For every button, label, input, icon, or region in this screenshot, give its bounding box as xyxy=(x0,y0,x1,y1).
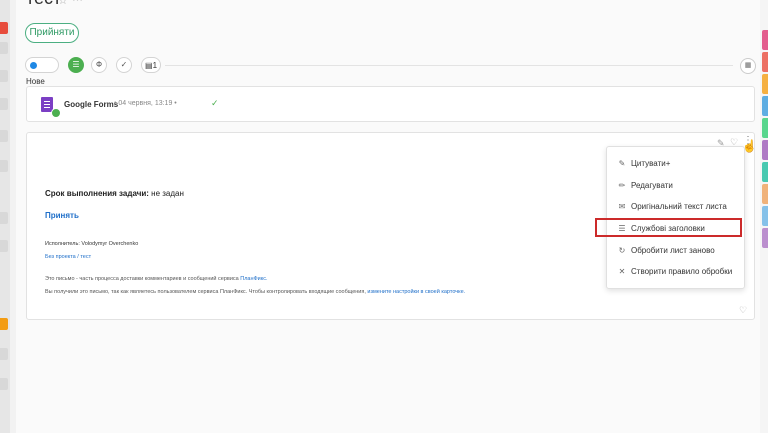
menu-item-original-text[interactable]: ✉ Оригінальний текст листа xyxy=(607,197,744,217)
left-strip-marker xyxy=(0,130,8,142)
status-pill[interactable]: Нове xyxy=(25,57,59,86)
term-label: Срок выполнения задачи: xyxy=(45,189,149,198)
menu-item-label: Редагувати xyxy=(631,181,673,190)
quote-icon: ✎ xyxy=(618,159,626,168)
footer2-text: Вы получили это письмо, так как являетес… xyxy=(45,289,368,295)
footer-line-1: Это письмо - часть процесса доставки ком… xyxy=(45,276,268,282)
right-strip-tab[interactable] xyxy=(762,96,768,116)
comment-icon: ▤ xyxy=(145,61,153,70)
left-strip-marker xyxy=(0,212,8,224)
menu-item-label: Оригінальний текст листа xyxy=(631,202,727,211)
right-strip-tab[interactable] xyxy=(762,140,768,160)
right-strip-tab[interactable] xyxy=(762,206,768,226)
task-title: тест xyxy=(26,0,61,9)
comments-count: 1 xyxy=(152,61,158,70)
mail-icon: ✉ xyxy=(618,202,626,211)
menu-item-label: Створити правило обробки xyxy=(631,267,733,276)
footer1-text: Это письмо - часть процесса доставки ком… xyxy=(45,276,241,282)
left-strip-marker xyxy=(0,348,8,360)
menu-item-quote[interactable]: ✎ Цитувати+ xyxy=(607,154,744,174)
left-strip-marker xyxy=(0,70,8,82)
pencil-icon: ✏ xyxy=(618,181,626,190)
star-icon[interactable]: ☆ xyxy=(58,0,68,7)
right-strip-tab[interactable] xyxy=(762,30,768,50)
email-source-badge-icon xyxy=(51,108,61,118)
email-sender[interactable]: Google Forms xyxy=(64,100,118,109)
delivered-check-icon: ✓ xyxy=(211,98,219,108)
more-icon[interactable]: ⋯ xyxy=(72,0,83,6)
right-strip-tab[interactable] xyxy=(762,162,768,182)
term-value: не задан xyxy=(148,189,184,198)
right-strip-tab[interactable] xyxy=(762,74,768,94)
right-strip-tab[interactable] xyxy=(762,228,768,248)
status-label: Нове xyxy=(26,77,45,86)
planfix-link[interactable]: ПланФикс. xyxy=(240,276,267,282)
status-divider xyxy=(165,65,733,66)
phi-button[interactable]: Ф xyxy=(91,57,107,73)
rule-icon: ✕ xyxy=(618,267,626,276)
highlight-box xyxy=(595,218,742,237)
left-panel-strip xyxy=(0,0,10,433)
like-icon[interactable]: ♡ xyxy=(739,305,747,316)
menu-item-create-rule[interactable]: ✕ Створити правило обробки xyxy=(607,262,744,282)
project-link[interactable]: Без проекта / тест xyxy=(45,254,91,260)
email-timestamp: • 04 червня, 13:19 • xyxy=(114,100,177,107)
right-color-strip xyxy=(760,0,768,433)
comments-counter[interactable]: ▤1 xyxy=(141,57,161,73)
left-strip-marker xyxy=(0,98,8,110)
email-header-card: Google Forms • 04 червня, 13:19 • ✓ xyxy=(26,86,755,122)
calendar-icon[interactable]: ▦ xyxy=(740,58,756,74)
description-icon[interactable]: ☰ xyxy=(68,57,84,73)
right-strip-tab[interactable] xyxy=(762,52,768,72)
accept-link[interactable]: Принять xyxy=(45,211,79,220)
left-strip-marker xyxy=(0,240,8,252)
left-strip-marker xyxy=(0,160,8,172)
menu-item-label: Цитувати+ xyxy=(631,159,671,168)
left-strip-marker xyxy=(0,42,8,54)
footer-line-2: Вы получили это письмо, так как являетес… xyxy=(45,289,465,295)
menu-item-edit[interactable]: ✏ Редагувати xyxy=(607,176,744,196)
left-strip-marker xyxy=(0,318,8,330)
right-strip-tab[interactable] xyxy=(762,184,768,204)
accept-task-button[interactable]: Прийняти xyxy=(25,23,79,43)
settings-link[interactable]: измените настройки в своей карточке. xyxy=(367,289,465,295)
left-strip-marker xyxy=(0,378,8,390)
checklist-icon[interactable]: ✓ xyxy=(116,57,132,73)
left-strip-marker xyxy=(0,22,8,34)
executors-line: Исполнитель: Volodymyr Overchenko xyxy=(45,241,139,247)
term-line: Срок выполнения задачи: не задан xyxy=(45,189,184,198)
right-strip-tab[interactable] xyxy=(762,118,768,138)
status-dot-icon xyxy=(30,62,37,69)
refresh-icon: ↻ xyxy=(618,246,626,255)
menu-item-reprocess[interactable]: ↻ Обробити лист заново xyxy=(607,241,744,261)
menu-item-label: Обробити лист заново xyxy=(631,246,715,255)
